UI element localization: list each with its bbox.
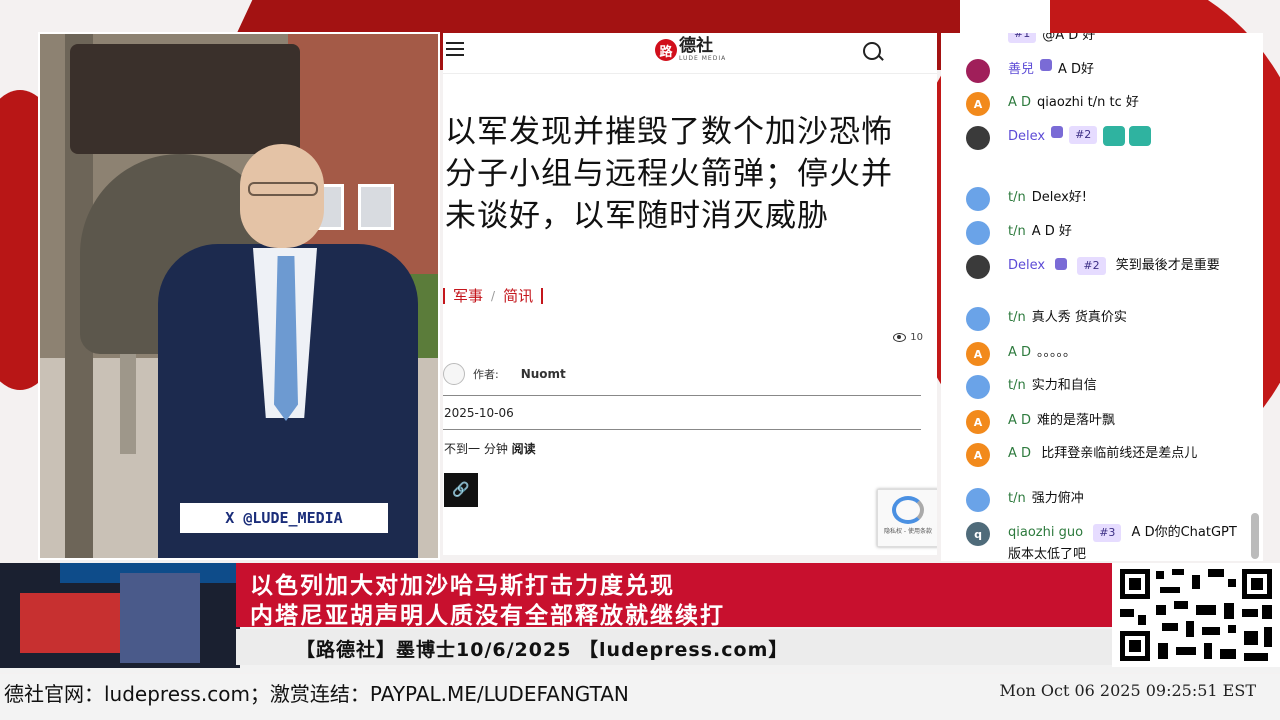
headline-line-1: 以色列加大对加沙哈马斯打击力度兑现 xyxy=(250,573,675,599)
liberty-bell-beam xyxy=(70,44,300,154)
chat-message: Delex #2 xyxy=(966,126,1246,150)
recaptcha-badge[interactable]: 隐私权 - 使用条款 xyxy=(877,489,937,547)
wrench-icon xyxy=(1040,59,1053,71)
sticker-icon xyxy=(1129,126,1152,146)
category-list: 军事 / 简讯 xyxy=(443,285,544,306)
member-badge: #2 xyxy=(1077,257,1106,275)
chat-message: A A D 难的是落叶飘 xyxy=(966,410,1246,434)
user-name[interactable]: t/n xyxy=(1008,187,1026,209)
chat-message: #1 @A D 好 xyxy=(966,33,1246,47)
logo-text: 德社 xyxy=(679,36,713,56)
user-avatar[interactable]: A xyxy=(966,342,990,366)
publish-date: 2025-10-06 xyxy=(444,406,514,420)
logo-subtitle: LUDE MEDIA xyxy=(679,55,727,62)
user-avatar[interactable] xyxy=(966,255,990,279)
copy-link-button[interactable]: 🔗 xyxy=(444,473,478,507)
site-header: 路 德社 LUDE MEDIA xyxy=(443,33,937,74)
news-thumbnail xyxy=(0,563,240,668)
member-badge: #2 xyxy=(1069,126,1098,144)
user-name[interactable]: 善兒 xyxy=(1008,59,1034,81)
wrench-icon xyxy=(1055,258,1068,270)
user-name[interactable]: t/n xyxy=(1008,488,1026,510)
user-name[interactable]: qiaozhi guo xyxy=(1008,525,1083,540)
chat-message: t/n A D 好 xyxy=(966,221,1246,245)
user-name[interactable]: Delex xyxy=(1008,126,1045,148)
author-name[interactable]: Nuomt xyxy=(521,367,566,381)
headline-line-2: 内塔尼亚胡声明人质没有全部释放就继续打 xyxy=(250,603,725,629)
article-page: 路 德社 LUDE MEDIA 以军发现并摧毁了数个加沙恐怖分子小组与远程火箭弹… xyxy=(443,33,937,555)
author-avatar xyxy=(443,363,465,385)
user-name[interactable]: A D xyxy=(1008,342,1031,364)
qr-code-icon xyxy=(1112,563,1280,667)
member-badge: #1 xyxy=(1008,33,1037,43)
user-name[interactable]: A D xyxy=(1008,446,1031,461)
user-avatar[interactable] xyxy=(966,221,990,245)
search-icon[interactable] xyxy=(863,42,881,60)
live-chat: #1 @A D 好 善兒 A D好 A A D qiaozhi t/n tc 好… xyxy=(941,33,1263,561)
user-avatar[interactable] xyxy=(966,375,990,399)
divider xyxy=(443,395,921,396)
chat-message: Delex #2 笑到最後才是重要 xyxy=(966,255,1246,279)
chat-message: A A D 比拜登亲临前线还是差点儿 xyxy=(966,443,1246,467)
user-avatar[interactable]: q xyxy=(966,522,990,546)
sticker-icon xyxy=(1103,126,1126,146)
site-logo[interactable]: 路 德社 LUDE MEDIA xyxy=(655,38,726,62)
user-avatar[interactable]: A xyxy=(966,443,990,467)
divider xyxy=(443,429,921,430)
lower-third: 以色列加大对加沙哈马斯打击力度兑现 内塔尼亚胡声明人质没有全部释放就继续打 【路… xyxy=(0,563,1280,673)
chat-message: t/n 实力和自信 xyxy=(966,375,1246,399)
chat-message: t/n 强力俯冲 xyxy=(966,488,1246,512)
chat-message: t/n 真人秀 货真价实 xyxy=(966,307,1246,331)
user-avatar[interactable] xyxy=(966,187,990,211)
social-handle: X @LUDE_MEDIA xyxy=(180,503,388,533)
logo-mark-icon: 路 xyxy=(655,39,677,61)
user-avatar[interactable] xyxy=(966,59,990,83)
chat-message: A A D qiaozhi t/n tc 好 xyxy=(966,92,1246,116)
user-name[interactable]: t/n xyxy=(1008,221,1026,243)
user-name[interactable]: A D xyxy=(1008,410,1031,432)
ticker-text: 德社官网：ludepress.com；激赏连结：PAYPAL.ME/LUDEFA… xyxy=(4,682,629,706)
author-line: 作者: Nuomt xyxy=(443,363,566,385)
view-count: 10 xyxy=(893,332,923,343)
user-avatar[interactable] xyxy=(966,488,990,512)
user-avatar[interactable] xyxy=(966,126,990,150)
chat-message: 善兒 A D好 xyxy=(966,59,1246,83)
user-name[interactable]: t/n xyxy=(1008,307,1026,329)
user-name[interactable]: A D xyxy=(1008,92,1031,114)
category-brief[interactable]: 简讯 xyxy=(503,285,533,306)
eye-icon xyxy=(893,333,907,342)
chat-message: q qiaozhi guo #3 A D你的ChatGPT版本太低了吧 xyxy=(966,522,1246,561)
recaptcha-icon xyxy=(892,496,924,524)
author-label: 作者: xyxy=(473,368,499,381)
menu-icon[interactable] xyxy=(446,42,464,56)
wrench-icon xyxy=(1051,126,1064,138)
link-icon: 🔗 xyxy=(452,482,470,498)
chat-message: t/n Delex好! xyxy=(966,187,1246,211)
presenter xyxy=(158,144,418,558)
user-avatar[interactable]: A xyxy=(966,410,990,434)
video-feed xyxy=(38,32,440,560)
program-tagline: 【路德社】墨博士10/6/2025 【ludepress.com】 xyxy=(296,639,789,661)
article-headline: 以军发现并摧毁了数个加沙恐怖分子小组与远程火箭弹；停火并未谈好，以军随时消灭威胁 xyxy=(445,114,893,234)
reading-time: 不到一 分钟 阅读 xyxy=(444,442,536,456)
user-name[interactable]: t/n xyxy=(1008,375,1026,397)
member-badge: #3 xyxy=(1093,524,1122,542)
user-avatar[interactable]: A xyxy=(966,92,990,116)
user-name[interactable]: Delex xyxy=(1008,258,1045,273)
user-avatar[interactable] xyxy=(966,307,990,331)
broadcast-clock: Mon Oct 06 2025 09:25:51 EST xyxy=(999,681,1256,700)
category-military[interactable]: 军事 xyxy=(453,285,483,306)
chat-scrollbar[interactable] xyxy=(1251,513,1259,559)
chat-message: A A D 。。。。。 xyxy=(966,342,1246,366)
